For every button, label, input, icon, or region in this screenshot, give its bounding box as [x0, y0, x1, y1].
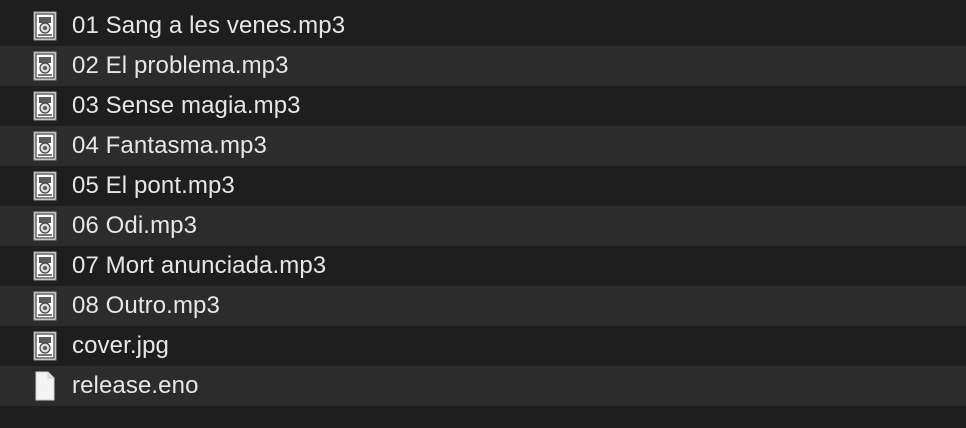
image-file-icon [33, 331, 57, 361]
file-name: release.eno [72, 372, 199, 399]
list-item[interactable]: 03 Sense magia.mp3 [0, 86, 966, 126]
list-item[interactable]: release.eno [0, 366, 966, 406]
audio-file-icon [33, 131, 57, 161]
file-name: 03 Sense magia.mp3 [72, 92, 301, 119]
audio-file-icon [33, 171, 57, 201]
list-item[interactable]: 07 Mort anunciada.mp3 [0, 246, 966, 286]
list-item[interactable]: 02 El problema.mp3 [0, 46, 966, 86]
audio-file-icon [33, 91, 57, 121]
audio-file-icon [33, 11, 57, 41]
audio-file-icon [33, 291, 57, 321]
file-name: 04 Fantasma.mp3 [72, 132, 267, 159]
file-name: 08 Outro.mp3 [72, 292, 220, 319]
list-item[interactable]: 04 Fantasma.mp3 [0, 126, 966, 166]
blank-document-icon [33, 371, 57, 401]
file-name: 01 Sang a les venes.mp3 [72, 12, 346, 39]
list-item[interactable]: 05 El pont.mp3 [0, 166, 966, 206]
file-list: 01 Sang a les venes.mp3 02 El problema.m… [0, 0, 966, 428]
list-item[interactable]: 06 Odi.mp3 [0, 206, 966, 246]
file-name: 02 El problema.mp3 [72, 52, 289, 79]
audio-file-icon [33, 251, 57, 281]
file-name: cover.jpg [72, 332, 169, 359]
audio-file-icon [33, 211, 57, 241]
list-item[interactable]: 01 Sang a les venes.mp3 [0, 6, 966, 46]
audio-file-icon [33, 51, 57, 81]
list-item[interactable]: cover.jpg [0, 326, 966, 366]
file-name: 06 Odi.mp3 [72, 212, 198, 239]
file-name: 05 El pont.mp3 [72, 172, 235, 199]
file-name: 07 Mort anunciada.mp3 [72, 252, 327, 279]
list-item[interactable]: 08 Outro.mp3 [0, 286, 966, 326]
